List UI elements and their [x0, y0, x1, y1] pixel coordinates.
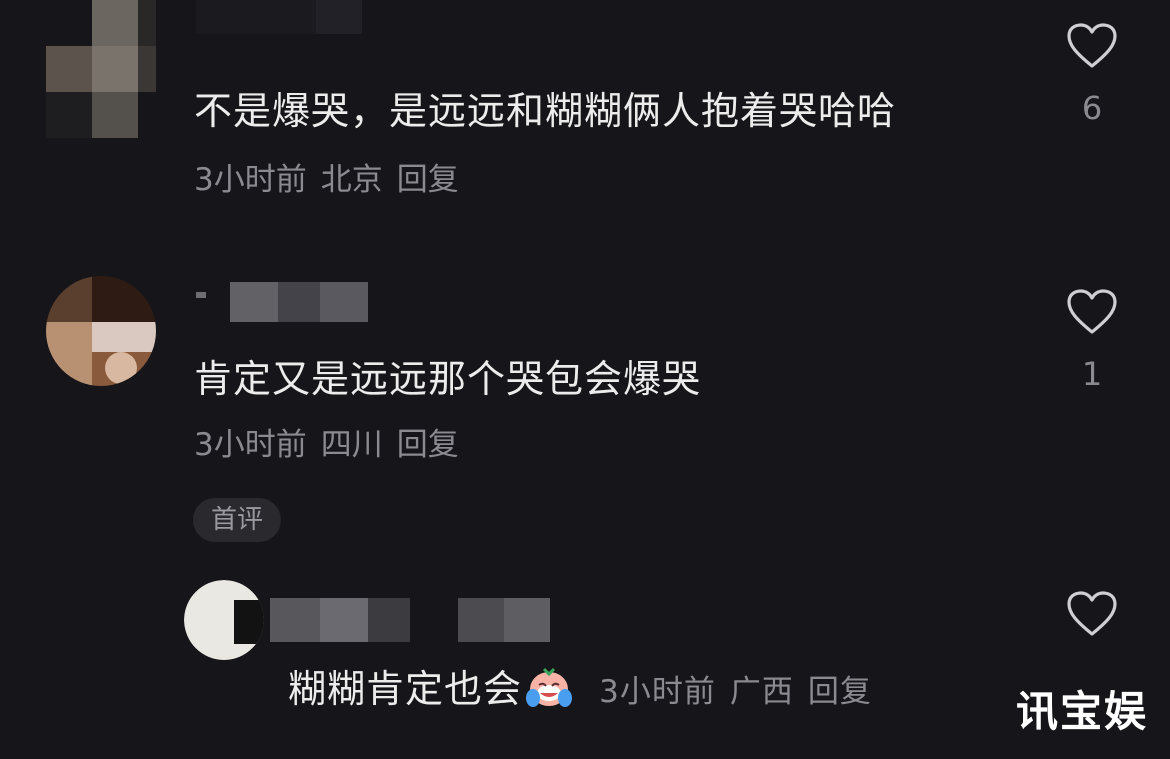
comment-time: 3小时前 — [194, 162, 307, 198]
reply-item: 糊糊肯定也会 3小时前 广西 回复 — [0, 580, 1170, 710]
username-blurred[interactable] — [270, 598, 550, 642]
reply-button[interactable]: 回复 — [397, 162, 459, 198]
comment-time: 3小时前 — [194, 427, 307, 463]
like-count: 6 — [1081, 89, 1103, 127]
heart-icon — [1067, 289, 1117, 334]
comment-text: 肯定又是远远那个哭包会爆哭 — [194, 357, 702, 401]
first-comment-badge: 首评 — [193, 498, 282, 542]
comment-meta: 3小时前 北京 回复 — [194, 165, 473, 196]
reply-text: 糊糊肯定也会 — [288, 667, 523, 711]
avatar[interactable] — [46, 0, 156, 140]
avatar-mosaic — [46, 0, 156, 140]
reply-text-line: 糊糊肯定也会 3小时前 广西 回复 — [288, 660, 886, 710]
reply-button[interactable]: 回复 — [397, 427, 459, 463]
comment-meta: 3小时前 四川 回复 — [194, 430, 473, 461]
reply-button[interactable]: 回复 — [808, 674, 872, 710]
username-blurred[interactable] — [196, 282, 368, 322]
watermark: 讯宝娱 — [1015, 687, 1148, 736]
reply-time: 3小时前 — [599, 674, 716, 710]
like-button[interactable] — [1062, 590, 1122, 638]
heart-icon — [1067, 591, 1117, 636]
heart-icon — [1067, 23, 1117, 68]
avatar[interactable] — [184, 580, 264, 660]
comment-location: 北京 — [320, 162, 383, 198]
reply-meta: 3小时前 广西 回复 — [599, 674, 886, 710]
crying-face-emoji — [526, 667, 573, 707]
avatar-mosaic — [46, 276, 156, 386]
like-count: 1 — [1081, 355, 1103, 393]
comment-location: 四川 — [320, 427, 383, 463]
reply-location: 广西 — [729, 674, 794, 710]
username-blurred[interactable] — [196, 0, 362, 34]
like-button[interactable]: 6 — [1062, 22, 1122, 124]
like-button[interactable]: 1 — [1062, 288, 1122, 390]
comment-item: 不是爆哭，是远远和糊糊俩人抱着哭哈哈 3小时前 北京 回复 6 — [0, 0, 1170, 230]
comment-item: 肯定又是远远那个哭包会爆哭 3小时前 四川 回复 首评 1 — [0, 270, 1170, 560]
avatar-mosaic — [184, 580, 264, 660]
comment-text: 不是爆哭，是远远和糊糊俩人抱着哭哈哈 — [194, 89, 897, 133]
avatar[interactable] — [46, 276, 156, 386]
